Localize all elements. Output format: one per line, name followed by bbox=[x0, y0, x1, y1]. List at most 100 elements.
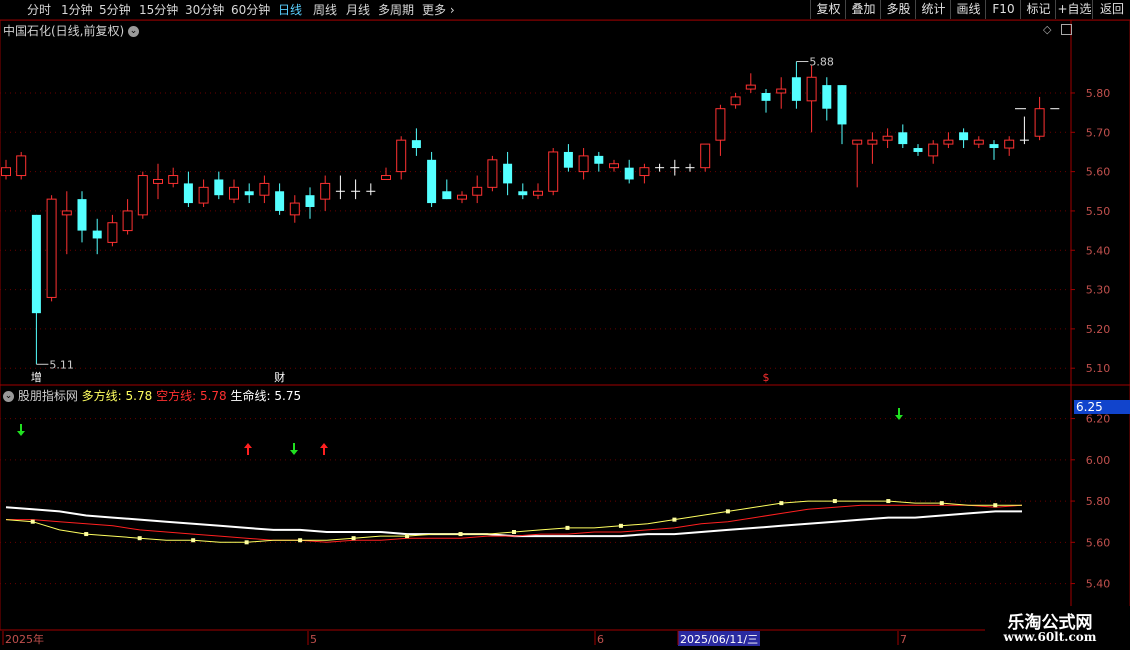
indicator-tick-label: 6.00 bbox=[1086, 454, 1111, 467]
diamond-icon[interactable]: ◇ bbox=[1043, 23, 1051, 36]
time-label: 2025/06/11/三 bbox=[680, 633, 758, 646]
candle-body bbox=[122, 210, 133, 232]
life-label: 生命线: bbox=[230, 389, 271, 403]
candle-body bbox=[639, 167, 650, 177]
candle-body bbox=[867, 139, 878, 145]
candle-body bbox=[563, 151, 573, 168]
price-tick-label: 5.80 bbox=[1086, 87, 1111, 100]
candle-body bbox=[503, 163, 513, 184]
indicator-header: ⌄ 股朋指标网 多方线: 5.78 空方线: 5.78 生命线: 5.75 bbox=[3, 387, 301, 404]
candle-body bbox=[183, 183, 193, 204]
candle-body bbox=[16, 155, 27, 177]
candle-body bbox=[745, 84, 756, 90]
chevron-down-icon[interactable]: ⌄ bbox=[128, 26, 140, 37]
candle-body bbox=[973, 139, 984, 145]
price-tick-label: 5.70 bbox=[1086, 126, 1111, 139]
candle-body bbox=[46, 198, 57, 298]
down-arrow-icon bbox=[17, 424, 25, 436]
watermark-logo: 乐淘公式网 www.60lt.com bbox=[985, 606, 1130, 650]
time-label: 7 bbox=[900, 633, 907, 646]
candle-body bbox=[31, 214, 41, 314]
candle-body bbox=[168, 175, 179, 184]
time-label: 2025年 bbox=[5, 632, 44, 646]
stock-title-text: 中国石化(日线,前复权) bbox=[3, 24, 125, 38]
candle-body bbox=[1004, 139, 1015, 149]
chart-settings-icons[interactable]: ◇ bbox=[1043, 22, 1073, 36]
candle-body bbox=[791, 77, 801, 101]
candle-body bbox=[1, 167, 11, 177]
candle-body bbox=[837, 85, 847, 125]
duo-label: 多方线: bbox=[81, 389, 122, 403]
duo-point bbox=[993, 503, 998, 508]
candle-body bbox=[275, 191, 285, 211]
duo-point bbox=[458, 532, 463, 537]
candle-body bbox=[411, 140, 421, 149]
kong-label: 空方线: bbox=[156, 389, 197, 403]
candle-body bbox=[320, 182, 331, 200]
chevron-down-icon[interactable]: ⌄ bbox=[3, 391, 14, 402]
duo-point bbox=[886, 499, 891, 504]
candle-body bbox=[92, 230, 102, 239]
up-arrow-icon bbox=[244, 443, 252, 455]
candle-body bbox=[214, 179, 224, 196]
low-label: 5.11 bbox=[49, 358, 74, 371]
candle-body bbox=[700, 143, 711, 169]
candle-body bbox=[959, 132, 969, 141]
indicator-name[interactable]: 股朋指标网 bbox=[18, 389, 78, 403]
duo-point bbox=[618, 523, 623, 528]
indicator-tick-label: 5.80 bbox=[1086, 495, 1111, 508]
candle-body bbox=[989, 144, 999, 149]
duo-point bbox=[244, 540, 249, 545]
candle-body bbox=[761, 92, 771, 101]
duo-point bbox=[832, 499, 837, 504]
high-label: 5.88 bbox=[809, 56, 834, 69]
candle-body bbox=[518, 191, 528, 196]
candle-body bbox=[1034, 108, 1045, 137]
indicator-tick-label: 6.20 bbox=[1086, 413, 1111, 426]
chart-frame bbox=[0, 19, 1130, 631]
duo-point bbox=[84, 532, 89, 537]
candle-body bbox=[594, 155, 604, 164]
duo-point bbox=[565, 525, 570, 530]
price-tick-label: 5.40 bbox=[1086, 244, 1111, 257]
duo-point bbox=[191, 538, 196, 543]
indicator-tick-label: 5.60 bbox=[1086, 536, 1111, 549]
candle-body bbox=[822, 85, 832, 109]
candle-body bbox=[107, 222, 118, 243]
candle-body bbox=[381, 175, 391, 180]
candle-body bbox=[289, 202, 300, 216]
time-label: 5 bbox=[310, 633, 317, 646]
candle-body bbox=[624, 167, 634, 180]
duo-point bbox=[512, 530, 516, 534]
candle-body bbox=[137, 175, 148, 216]
stock-title[interactable]: 中国石化(日线,前复权) ⌄ bbox=[3, 22, 140, 39]
price-tick-label: 5.60 bbox=[1086, 166, 1111, 179]
candle-body bbox=[715, 108, 726, 141]
window-icon[interactable] bbox=[1061, 24, 1073, 35]
candle-body bbox=[730, 96, 741, 106]
duo-point bbox=[725, 509, 730, 514]
watermark-line2: www.60lt.com bbox=[1003, 630, 1097, 644]
candle-body bbox=[578, 155, 589, 173]
candle-body bbox=[198, 186, 209, 204]
duo-point bbox=[779, 501, 784, 506]
candle-body bbox=[882, 135, 893, 141]
event-marker: 增 bbox=[31, 370, 42, 384]
candle-body bbox=[244, 191, 254, 196]
duo-point bbox=[137, 536, 142, 541]
event-marker: 财 bbox=[274, 370, 285, 384]
candle-body bbox=[776, 88, 787, 94]
candle-body bbox=[153, 178, 163, 184]
candle-body bbox=[806, 76, 817, 102]
candle-body bbox=[259, 182, 270, 196]
candle-body bbox=[913, 148, 923, 152]
price-tick-label: 5.50 bbox=[1086, 205, 1111, 218]
down-arrow-icon bbox=[895, 408, 903, 420]
price-tick-label: 5.20 bbox=[1086, 323, 1111, 336]
candle-body bbox=[77, 199, 87, 231]
indicator-tick-label: 5.40 bbox=[1086, 578, 1111, 591]
candle-body bbox=[229, 186, 239, 200]
event-marker: $ bbox=[763, 371, 770, 384]
candle-body bbox=[898, 132, 908, 145]
life-value: 5.75 bbox=[274, 389, 302, 403]
